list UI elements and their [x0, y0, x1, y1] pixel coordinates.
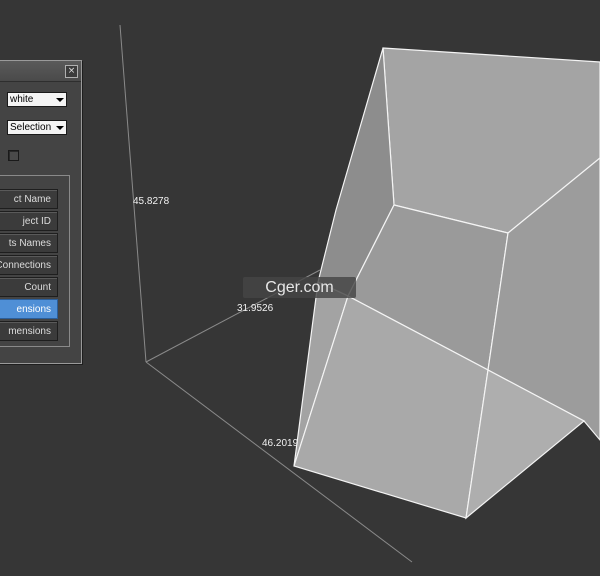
button-label: ensions — [16, 304, 51, 315]
show-object-name-button[interactable]: ct Name — [0, 189, 58, 209]
button-label: Count — [24, 282, 51, 293]
height-guide-line — [119, 24, 147, 363]
show-object-id-button[interactable]: ject ID — [0, 211, 58, 231]
color-dropdown[interactable]: white — [7, 92, 67, 107]
show-all-dimensions-button[interactable]: mensions — [0, 321, 58, 341]
option-checkbox[interactable] — [8, 150, 19, 161]
button-label: Connections — [0, 260, 51, 271]
mode-dropdown[interactable]: Selection — [7, 120, 67, 135]
button-label: ts Names — [8, 238, 51, 249]
panel-titlebar[interactable]: × — [0, 61, 81, 82]
button-label: ct Name — [13, 194, 51, 205]
show-dimensions-button[interactable]: ensions — [0, 299, 58, 319]
width-dimension-label: 46.2019 — [262, 438, 299, 449]
show-parts-names-button[interactable]: ts Names — [0, 233, 58, 253]
height-dimension-label: 45.8278 — [133, 196, 170, 207]
chevron-down-icon — [56, 126, 64, 130]
color-dropdown-value: white — [10, 94, 34, 105]
button-label: ject ID — [22, 216, 51, 227]
chevron-down-icon — [56, 98, 64, 102]
depth-dimension-label: 31.9526 — [237, 303, 274, 314]
watermark: Cger.com — [243, 277, 356, 298]
button-label: mensions — [8, 326, 51, 337]
show-count-button[interactable]: Count — [0, 277, 58, 297]
tool-panel: × white Selection ct Name ject ID ts Nam… — [0, 60, 82, 364]
mode-dropdown-value: Selection — [10, 122, 52, 133]
close-icon[interactable]: × — [65, 65, 78, 78]
show-connections-button[interactable]: Connections — [0, 255, 58, 275]
3d-viewport[interactable]: 45.8278 31.9526 46.2019 Cger.com × white… — [0, 0, 600, 576]
